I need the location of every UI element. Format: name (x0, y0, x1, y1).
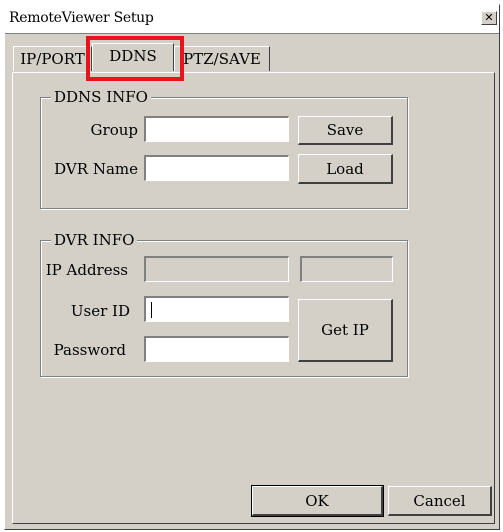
ok-button[interactable]: OK (251, 485, 384, 517)
ddns-info-legend: DDNS INFO (51, 88, 151, 106)
save-button[interactable]: Save (298, 116, 393, 145)
ip-address-field (144, 256, 289, 282)
window-title: RemoteViewer Setup (9, 10, 154, 26)
tab-ip-port[interactable]: IP/PORT (13, 46, 92, 71)
group-label: Group (90, 121, 138, 139)
ip-address-label: IP Address (45, 261, 128, 279)
dvr-info-legend: DVR INFO (51, 231, 138, 249)
close-icon[interactable]: ✕ (481, 11, 497, 25)
tab-ddns[interactable]: DDNS (92, 43, 174, 71)
port-field (300, 256, 393, 282)
text-caret (151, 302, 152, 318)
cancel-button[interactable]: Cancel (388, 486, 492, 516)
ddns-info-group: DDNS INFO (40, 88, 408, 209)
tab-ptz-save[interactable]: PTZ/SAVE (174, 46, 270, 71)
dvr-name-label: DVR Name (54, 160, 138, 178)
group-input[interactable] (144, 116, 289, 142)
user-id-label: User ID (70, 302, 130, 320)
load-button[interactable]: Load (298, 154, 393, 184)
password-label: Password (53, 341, 126, 359)
dvr-name-input[interactable] (144, 155, 289, 181)
password-input[interactable] (144, 336, 289, 362)
title-bar: RemoteViewer Setup ✕ (5, 5, 499, 34)
get-ip-button[interactable]: Get IP (298, 299, 393, 362)
user-id-input[interactable] (144, 296, 289, 322)
